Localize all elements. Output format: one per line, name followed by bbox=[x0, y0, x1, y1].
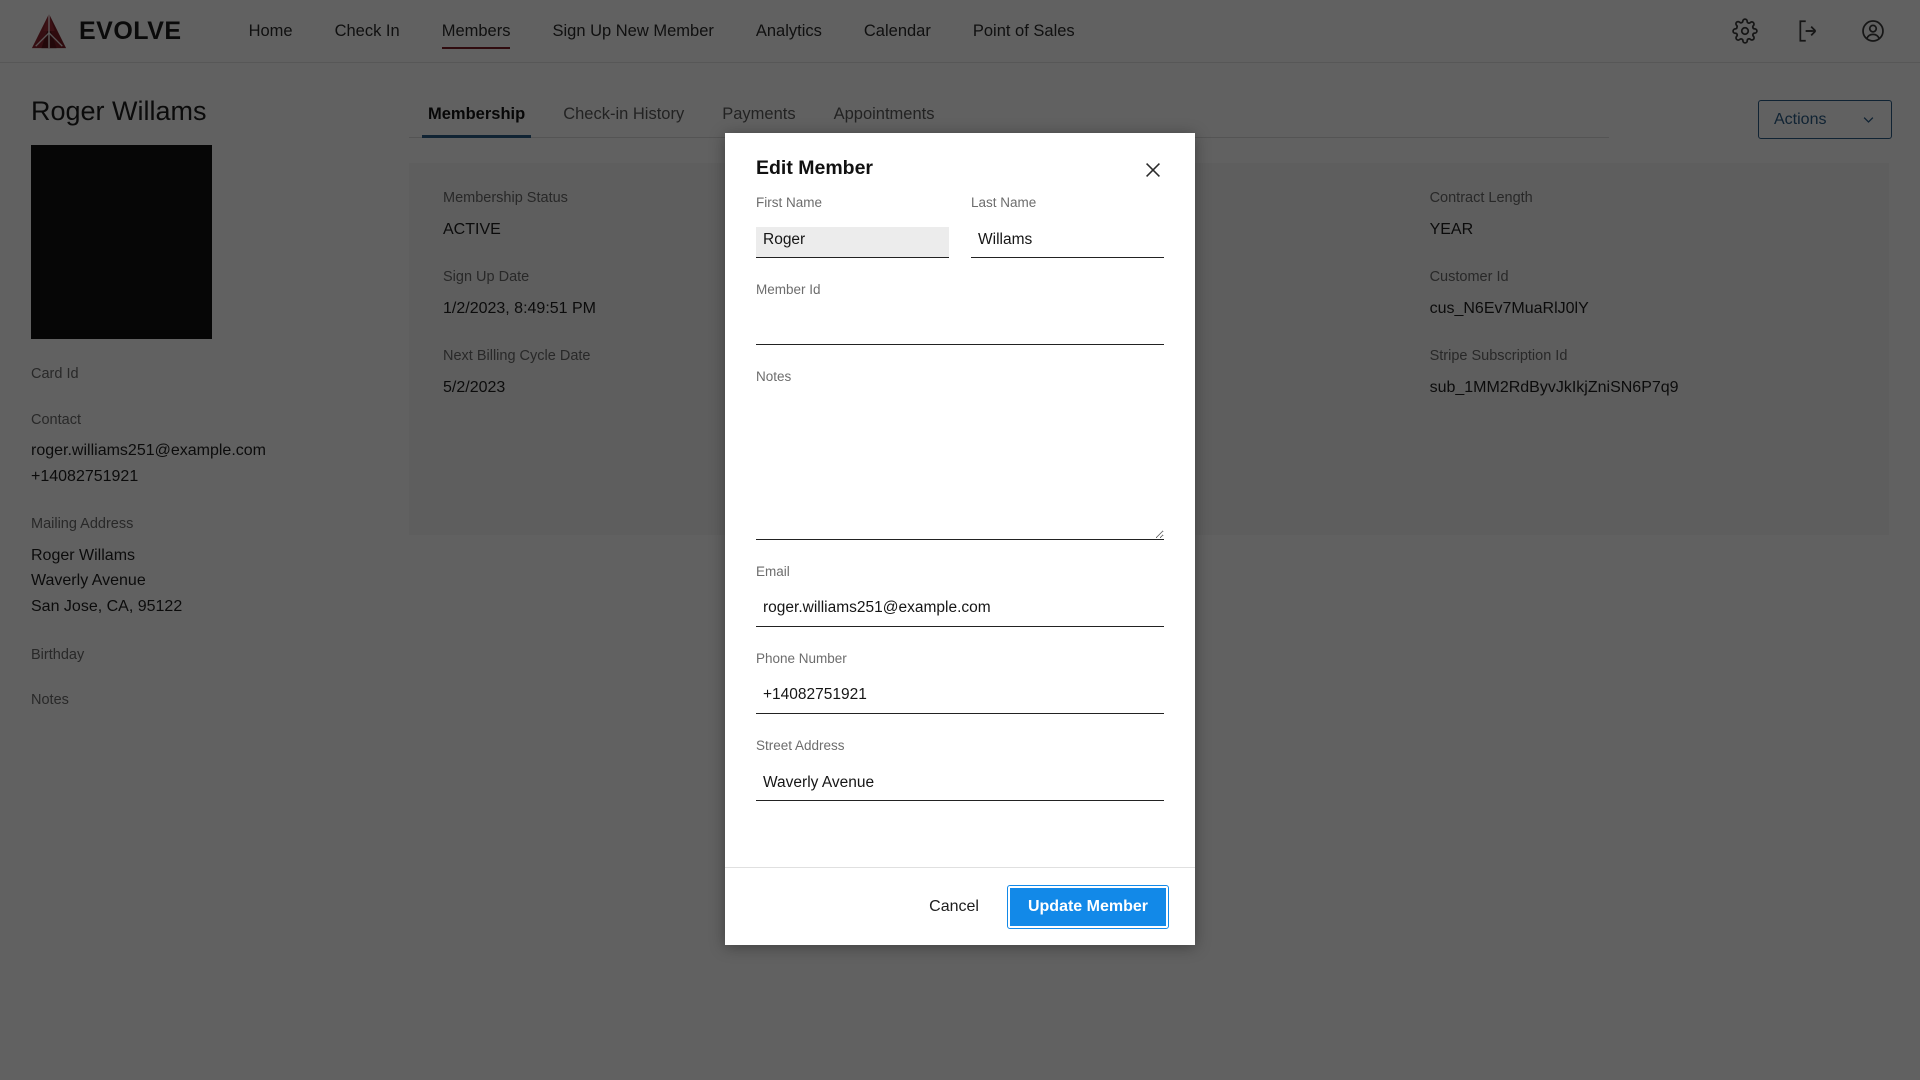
phone-number-label: Phone Number bbox=[756, 651, 1164, 667]
phone-number-input[interactable] bbox=[756, 683, 1164, 714]
street-address-field: Street Address bbox=[756, 738, 1164, 801]
first-name-input[interactable] bbox=[756, 227, 949, 258]
email-input[interactable] bbox=[756, 596, 1164, 627]
update-member-button[interactable]: Update Member bbox=[1008, 886, 1168, 928]
modal-header: Edit Member bbox=[725, 133, 1195, 195]
name-row: First Name Last Name bbox=[756, 195, 1164, 282]
close-icon[interactable] bbox=[1142, 159, 1164, 181]
last-name-input[interactable] bbox=[971, 227, 1164, 258]
modal-footer: Cancel Update Member bbox=[725, 867, 1195, 945]
last-name-field: Last Name bbox=[971, 195, 1164, 258]
street-address-input[interactable] bbox=[756, 770, 1164, 801]
email-field: Email bbox=[756, 564, 1164, 627]
last-name-label: Last Name bbox=[971, 195, 1164, 211]
member-id-label: Member Id bbox=[756, 282, 1164, 298]
cancel-button[interactable]: Cancel bbox=[912, 889, 996, 925]
modal-body[interactable]: First Name Last Name Member Id Notes Ema… bbox=[725, 195, 1195, 867]
notes-textarea[interactable] bbox=[756, 402, 1164, 540]
email-label: Email bbox=[756, 564, 1164, 580]
notes-label: Notes bbox=[756, 369, 1164, 385]
first-name-label: First Name bbox=[756, 195, 949, 211]
notes-field: Notes bbox=[756, 369, 1164, 539]
edit-member-modal: Edit Member First Name Last Name Member … bbox=[725, 133, 1195, 945]
phone-number-field: Phone Number bbox=[756, 651, 1164, 714]
street-address-label: Street Address bbox=[756, 738, 1164, 754]
member-id-field: Member Id bbox=[756, 282, 1164, 345]
first-name-field: First Name bbox=[756, 195, 949, 258]
modal-title: Edit Member bbox=[756, 157, 873, 180]
member-id-input[interactable] bbox=[756, 314, 1164, 345]
